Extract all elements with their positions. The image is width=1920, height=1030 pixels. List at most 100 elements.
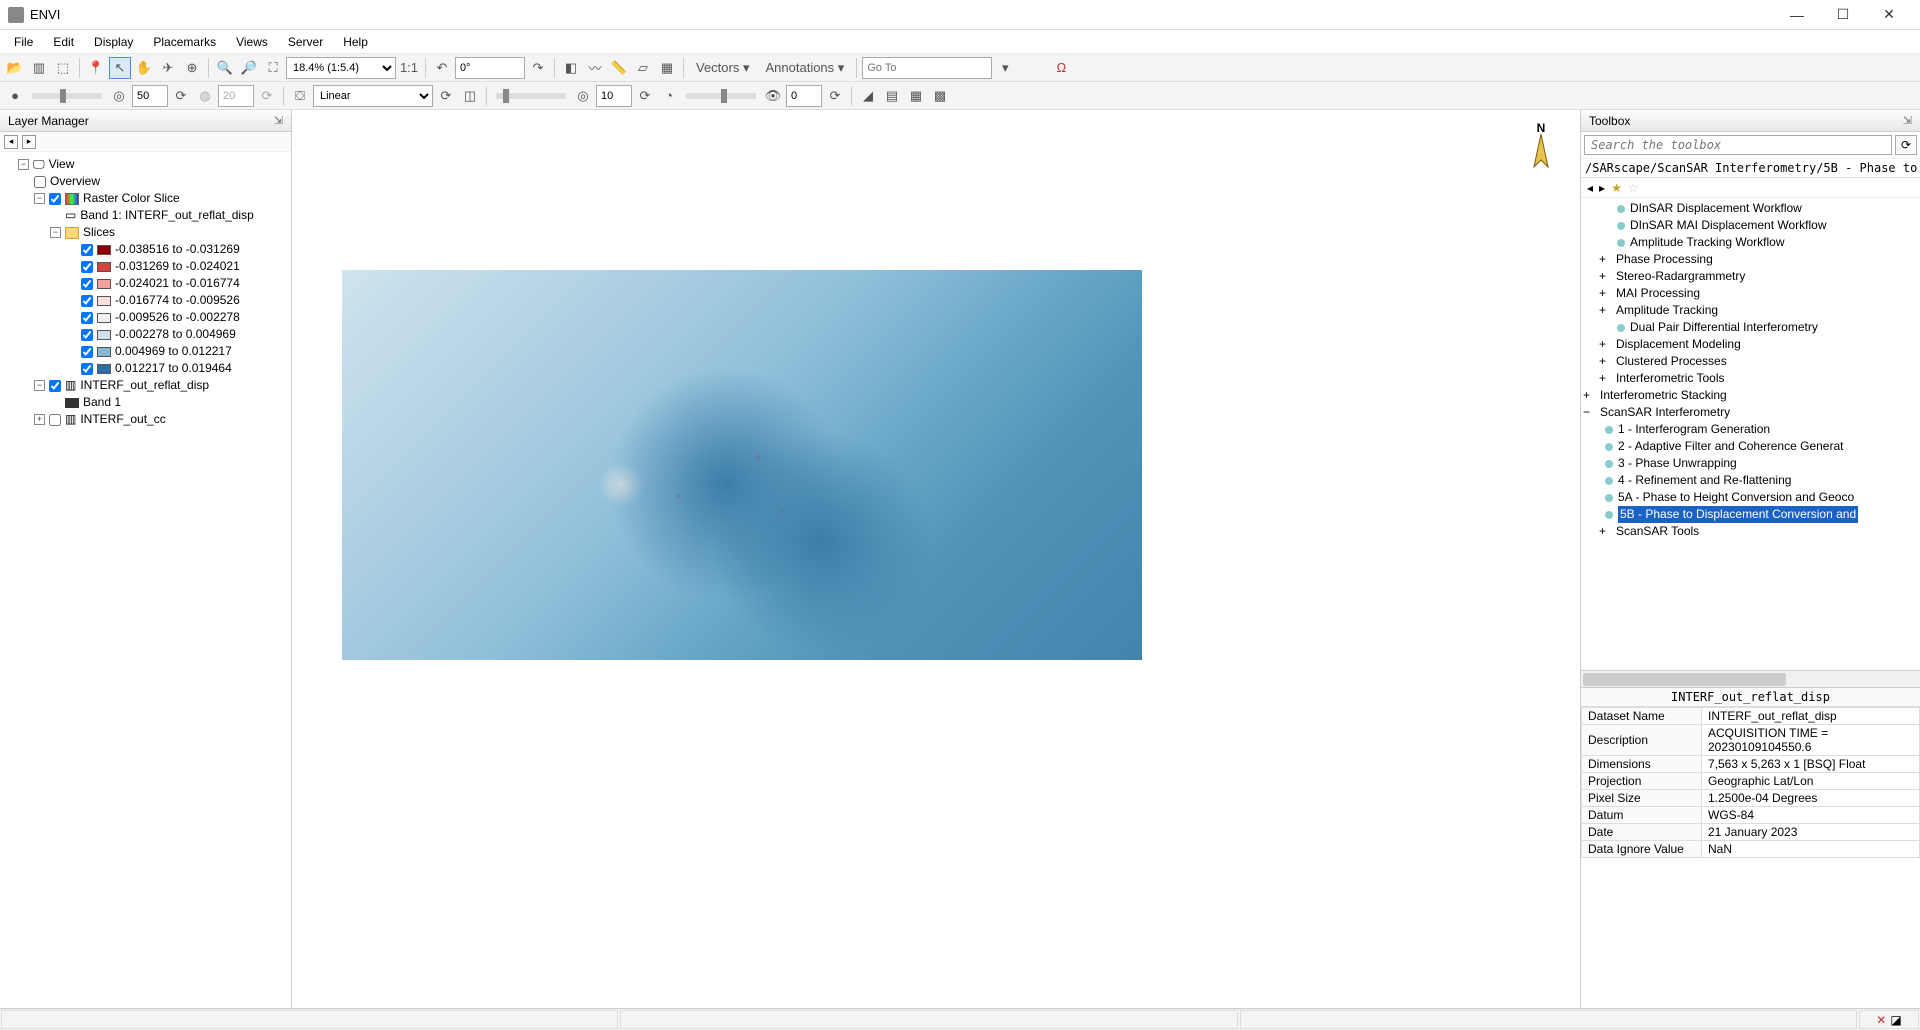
rotate-input[interactable] [455, 57, 525, 79]
menu-edit[interactable]: Edit [43, 32, 84, 52]
expander-icon[interactable]: + [1599, 268, 1606, 285]
tool-item[interactable]: 5A - Phase to Height Conversion and Geoc… [1618, 489, 1854, 506]
tool-folder[interactable]: ScanSAR Interferometry [1600, 404, 1730, 421]
pin-panel-icon[interactable]: ⇲ [1903, 114, 1912, 127]
rotate-right-icon[interactable]: ↷ [527, 57, 549, 79]
goto-input[interactable] [862, 57, 992, 79]
palette-4-icon[interactable]: ▩ [929, 85, 951, 107]
measure-icon[interactable]: 📏 [608, 57, 630, 79]
expander-icon[interactable]: − [34, 380, 45, 391]
chk-slice[interactable] [81, 329, 93, 341]
tool-item[interactable]: Dual Pair Differential Interferometry [1630, 319, 1818, 336]
menu-server[interactable]: Server [278, 32, 333, 52]
expander-icon[interactable]: − [1583, 404, 1590, 421]
pin-panel-icon[interactable]: ⇲ [274, 114, 283, 127]
refresh-3-icon[interactable]: ⟳ [435, 85, 457, 107]
slice-range[interactable]: -0.024021 to -0.016774 [115, 275, 240, 292]
profile-icon[interactable]: 〰 [584, 57, 606, 79]
prev-icon[interactable]: ◂ [1587, 181, 1593, 195]
magnet-icon[interactable]: Ω [1050, 57, 1072, 79]
menu-help[interactable]: Help [333, 32, 378, 52]
hist-icon[interactable]: ⛋ [289, 85, 311, 107]
zoom-in-icon[interactable]: 🔍 [214, 57, 236, 79]
expander-icon[interactable]: + [1599, 523, 1606, 540]
chk-cc[interactable] [49, 414, 61, 426]
palette-2-icon[interactable]: ▤ [881, 85, 903, 107]
hist-2-icon[interactable]: ◫ [459, 85, 481, 107]
tool-item[interactable]: DInSAR Displacement Workflow [1630, 200, 1802, 217]
expander-icon[interactable]: + [1599, 353, 1606, 370]
refresh-4-icon[interactable]: ⟳ [634, 85, 656, 107]
minimize-button[interactable]: — [1774, 0, 1820, 30]
value-3-input[interactable] [596, 85, 632, 107]
goto-button[interactable]: ▾ [994, 57, 1016, 79]
tool-folder[interactable]: Phase Processing [1616, 251, 1713, 268]
slice-range[interactable]: -0.016774 to -0.009526 [115, 292, 240, 309]
expander-icon[interactable]: + [1599, 336, 1606, 353]
tree-interf-disp[interactable]: INTERF_out_reflat_disp [80, 377, 209, 394]
slider-1[interactable] [32, 93, 102, 99]
menu-placemarks[interactable]: Placemarks [143, 32, 226, 52]
map-canvas[interactable]: N [292, 110, 1580, 1008]
slider-2[interactable] [496, 93, 566, 99]
maximize-button[interactable]: ☐ [1820, 0, 1866, 30]
menu-file[interactable]: File [4, 32, 43, 52]
roi-icon[interactable]: ▱ [632, 57, 654, 79]
tool-item[interactable]: 4 - Refinement and Re-flattening [1618, 472, 1791, 489]
expander-icon[interactable]: + [1599, 285, 1606, 302]
tree-view-root[interactable]: View [49, 156, 75, 173]
chk-slice[interactable] [81, 346, 93, 358]
value-2-input[interactable] [218, 85, 254, 107]
tree-disp-band1[interactable]: Band 1 [83, 394, 121, 411]
slice-range[interactable]: -0.009526 to -0.002278 [115, 309, 240, 326]
chk-overview[interactable] [34, 176, 46, 188]
select-arrow-icon[interactable]: ↖ [109, 57, 131, 79]
dot-icon[interactable]: ● [4, 85, 26, 107]
chk-slice[interactable] [81, 244, 93, 256]
tool-folder[interactable]: MAI Processing [1616, 285, 1700, 302]
chk-slice[interactable] [81, 312, 93, 324]
world-icon[interactable]: ◍ [194, 85, 216, 107]
annotations-dropdown[interactable]: Annotations ▾ [759, 57, 852, 79]
chk-rcs[interactable] [49, 193, 61, 205]
tool-item[interactable]: 3 - Phase Unwrapping [1618, 455, 1737, 472]
slice-range[interactable]: -0.002278 to 0.004969 [115, 326, 236, 343]
star-unfav-icon[interactable]: ☆ [1628, 181, 1639, 195]
expander-icon[interactable]: + [1599, 370, 1606, 387]
menu-views[interactable]: Views [226, 32, 278, 52]
slice-range[interactable]: 0.004969 to 0.012217 [115, 343, 232, 360]
tree-interf-cc[interactable]: INTERF_out_cc [80, 411, 165, 428]
palette-3-icon[interactable]: ▦ [905, 85, 927, 107]
expander-icon[interactable]: − [18, 159, 29, 170]
toolbox-search-input[interactable] [1584, 135, 1892, 155]
eye-icon[interactable]: 👁 [762, 85, 784, 107]
tool-folder[interactable]: ScanSAR Tools [1616, 523, 1699, 540]
palette-1-icon[interactable]: ◢ [857, 85, 879, 107]
pin-icon[interactable]: 📍 [85, 57, 107, 79]
pan-icon[interactable]: ✋ [133, 57, 155, 79]
slice-range[interactable]: 0.012217 to 0.019464 [115, 360, 232, 377]
chk-slice[interactable] [81, 261, 93, 273]
tool-folder[interactable]: Amplitude Tracking [1616, 302, 1718, 319]
tool-item[interactable]: DInSAR MAI Displacement Workflow [1630, 217, 1827, 234]
expander-icon[interactable]: − [50, 227, 61, 238]
next-icon[interactable]: ▸ [1599, 181, 1605, 195]
status-x-icon[interactable]: ✕ [1876, 1013, 1886, 1027]
value-4-input[interactable] [786, 85, 822, 107]
search-refresh-icon[interactable]: ⟳ [1895, 135, 1917, 155]
tool-item[interactable]: 2 - Adaptive Filter and Coherence Genera… [1618, 438, 1843, 455]
cursor-value-icon[interactable]: ◧ [560, 57, 582, 79]
stretch-combo[interactable]: Linear [313, 85, 433, 107]
status-handle-icon[interactable]: ◪ [1890, 1013, 1901, 1027]
slice-range[interactable]: -0.031269 to -0.024021 [115, 258, 240, 275]
expander-icon[interactable]: + [1599, 251, 1606, 268]
rotate-left-icon[interactable]: ↶ [431, 57, 453, 79]
zoom-out-icon[interactable]: 🔎 [238, 57, 260, 79]
expander-icon[interactable]: + [1599, 302, 1606, 319]
refresh-2-icon[interactable]: ⟳ [256, 85, 278, 107]
refresh-1-icon[interactable]: ⟳ [170, 85, 192, 107]
expander-icon[interactable]: + [34, 414, 45, 425]
layer-tree[interactable]: −🖵View Overview −Raster Color Slice ▭Ban… [0, 152, 291, 1008]
zoom-combo[interactable]: 18.4% (1:5.4) [286, 57, 396, 79]
chk-slice[interactable] [81, 278, 93, 290]
